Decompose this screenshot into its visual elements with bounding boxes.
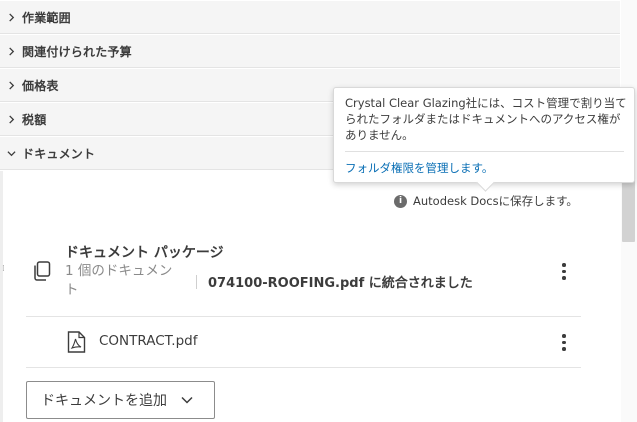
accordion-label: 作業範囲 bbox=[22, 10, 71, 25]
chevron-right-icon bbox=[0, 114, 22, 124]
drag-handle-icon[interactable]: ⁞ bbox=[2, 265, 5, 274]
info-icon[interactable]: i bbox=[394, 194, 407, 208]
accordion-label: 関連付けられた予算 bbox=[22, 44, 132, 59]
accordion-label: ドキュメント bbox=[22, 146, 96, 161]
left-gutter bbox=[0, 171, 3, 422]
accordion-label: 税額 bbox=[22, 112, 47, 127]
pdf-icon bbox=[67, 331, 86, 353]
save-location-text: Autodesk Docsに保存します。 bbox=[413, 194, 578, 208]
save-location-note[interactable]: i Autodesk Docsに保存します。 bbox=[394, 193, 578, 209]
chevron-right-icon bbox=[0, 12, 22, 22]
accordion-linked-budget[interactable]: 関連付けられた予算 bbox=[0, 35, 620, 68]
chevron-right-icon bbox=[0, 46, 22, 56]
accordion-label: 価格表 bbox=[22, 78, 59, 93]
package-title: ドキュメント パッケージ bbox=[65, 245, 224, 261]
chevron-down-icon bbox=[181, 396, 193, 404]
accordion-scope[interactable]: 作業範囲 bbox=[0, 1, 620, 34]
file-more-menu-icon[interactable] bbox=[561, 334, 567, 351]
permission-tooltip: Crystal Clear Glazing社には、コスト管理で割り当てられたフォ… bbox=[333, 87, 635, 192]
chevron-right-icon bbox=[0, 80, 22, 90]
add-document-button[interactable]: ドキュメントを追加 bbox=[26, 381, 215, 419]
package-document-count: 1 個のドキュメント bbox=[65, 263, 173, 298]
file-name[interactable]: CONTRACT.pdf bbox=[99, 333, 197, 349]
tooltip-divider bbox=[345, 151, 624, 152]
row-divider bbox=[26, 316, 581, 317]
manage-folder-permissions-link[interactable]: フォルダ権限を管理します。 bbox=[345, 160, 493, 176]
row-divider bbox=[26, 367, 581, 368]
chevron-down-icon bbox=[0, 149, 22, 158]
tooltip-arrow bbox=[476, 173, 495, 192]
package-separator bbox=[196, 275, 197, 289]
add-document-label: ドキュメントを追加 bbox=[41, 393, 167, 409]
document-package-icon bbox=[33, 261, 51, 281]
package-more-menu-icon[interactable] bbox=[561, 263, 567, 280]
package-merged-status: 074100-ROOFING.pdf に統合されました bbox=[208, 276, 473, 291]
tooltip-message: Crystal Clear Glazing社には、コスト管理で割り当てられたフォ… bbox=[345, 96, 627, 142]
